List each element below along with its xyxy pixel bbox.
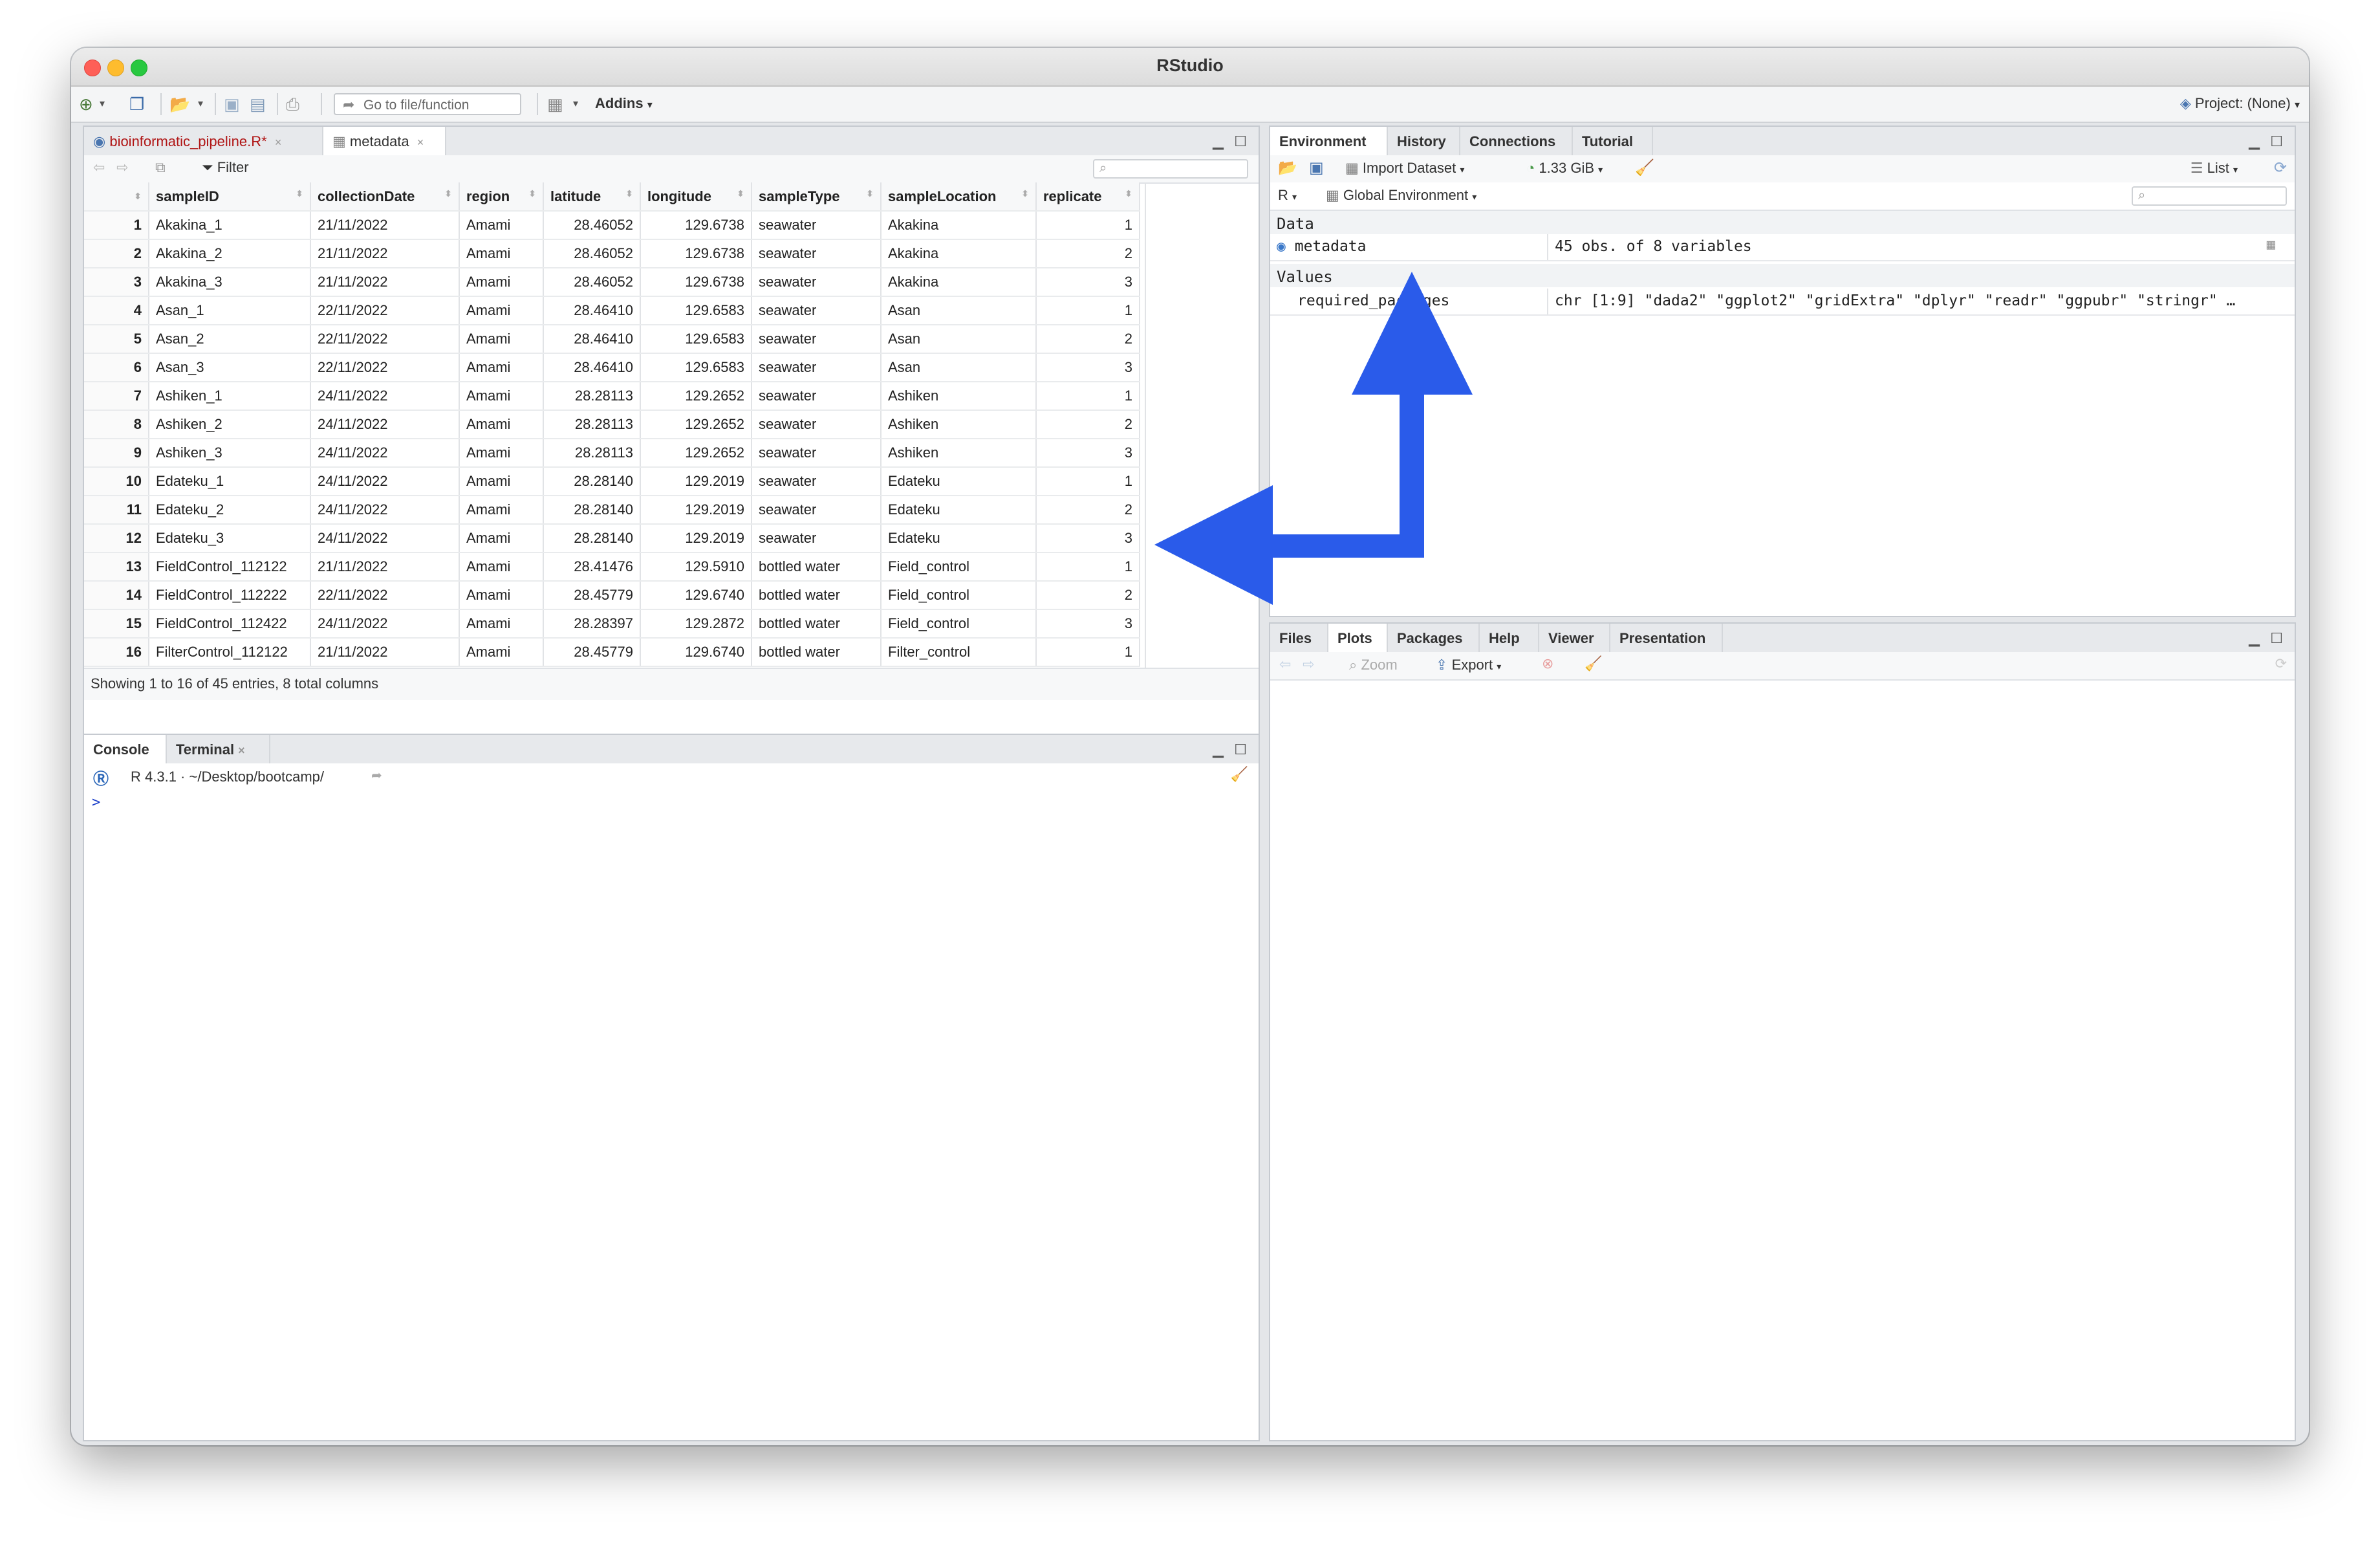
annotation-arrow bbox=[1154, 272, 1473, 605]
annotation-arrow-shape bbox=[1154, 272, 1473, 605]
